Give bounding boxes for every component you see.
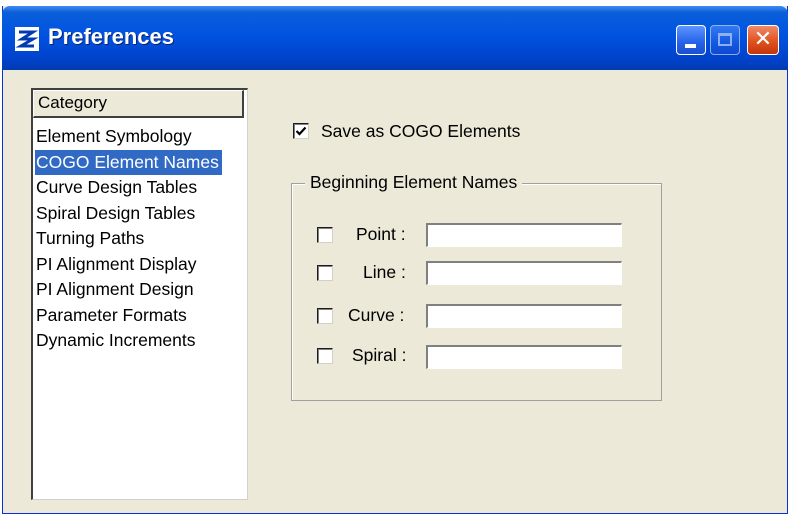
category-item-dynamic-increments[interactable]: Dynamic Increments	[35, 328, 222, 354]
window-title: Preferences	[48, 24, 174, 49]
curve-label: Curve :	[348, 305, 405, 325]
spiral-name-field[interactable]	[426, 345, 622, 369]
category-item-cogo-element-names[interactable]: COGO Element Names	[35, 149, 222, 175]
title-bar[interactable]: Preferences ✕	[2, 6, 788, 70]
curve-checkbox[interactable]	[317, 308, 333, 324]
curve-name-field[interactable]	[426, 304, 622, 328]
save-as-cogo-label: Save as COGO Elements	[321, 121, 521, 141]
maximize-icon	[718, 33, 732, 46]
line-checkbox[interactable]	[317, 265, 333, 281]
minimize-icon	[685, 44, 696, 48]
checkmark-icon	[295, 126, 307, 136]
category-item-element-symbology[interactable]: Element Symbology	[35, 124, 222, 150]
close-icon: ✕	[753, 27, 773, 52]
maximize-button[interactable]	[710, 25, 740, 55]
close-button[interactable]: ✕	[747, 25, 779, 55]
category-item-parameter-formats[interactable]: Parameter Formats	[35, 303, 222, 329]
category-list[interactable]: Category Element Symbology COGO Element …	[31, 88, 248, 500]
beginning-names-legend: Beginning Element Names	[305, 172, 523, 193]
line-name-field[interactable]	[426, 261, 622, 285]
line-label: Line :	[363, 262, 406, 282]
spiral-label: Spiral :	[352, 345, 407, 365]
minimize-button[interactable]	[676, 25, 706, 55]
category-item-pi-alignment-display[interactable]: PI Alignment Display	[35, 252, 222, 278]
save-as-cogo-checkbox[interactable]	[293, 123, 309, 139]
point-name-field[interactable]	[426, 223, 622, 247]
category-item-turning-paths[interactable]: Turning Paths	[35, 226, 222, 252]
category-items: Element Symbology COGO Element Names Cur…	[35, 124, 222, 354]
spiral-checkbox[interactable]	[317, 348, 333, 364]
category-item-curve-design-tables[interactable]: Curve Design Tables	[35, 175, 222, 201]
app-logo-icon	[14, 26, 40, 52]
category-item-spiral-design-tables[interactable]: Spiral Design Tables	[35, 201, 222, 227]
point-checkbox[interactable]	[317, 227, 333, 243]
category-item-pi-alignment-design[interactable]: PI Alignment Design	[35, 277, 222, 303]
point-label: Point :	[356, 224, 406, 244]
category-header[interactable]: Category	[33, 90, 244, 118]
